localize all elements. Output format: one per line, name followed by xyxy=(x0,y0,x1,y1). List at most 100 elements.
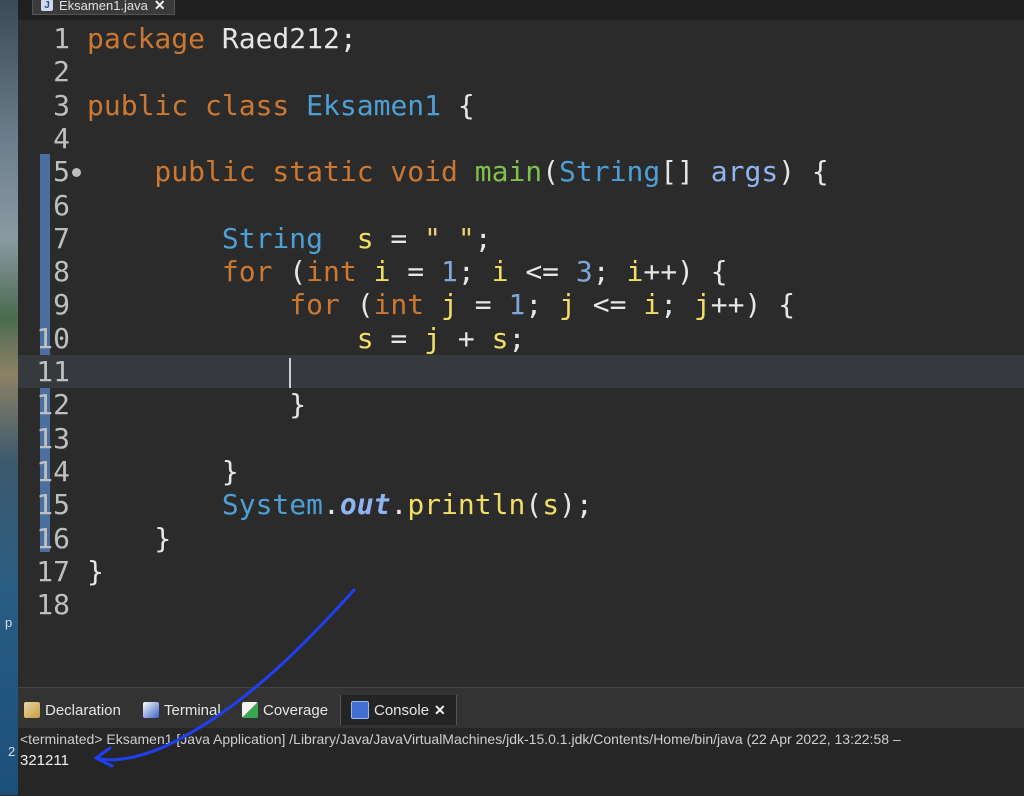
code-token: main xyxy=(474,155,543,189)
line-number: 1 xyxy=(53,22,70,55)
code-text xyxy=(87,355,292,388)
code-line-14[interactable]: 14 } xyxy=(18,455,1024,488)
code-token: ++) { xyxy=(643,255,728,289)
code-line-5[interactable]: 5 public static void main(String[] args)… xyxy=(18,155,1024,188)
code-token: for xyxy=(87,255,290,289)
code-token: args xyxy=(710,155,779,189)
line-number: 14 xyxy=(36,454,70,488)
editor-tab-eksamen1[interactable]: J Eksamen1.java ✕ xyxy=(32,0,175,15)
code-text: for (int j = 1; j <= i; j++) { xyxy=(87,288,795,321)
code-line-12[interactable]: 12 } xyxy=(18,388,1024,421)
close-icon[interactable]: ✕ xyxy=(434,702,446,719)
code-token: out xyxy=(339,488,391,522)
code-token: i xyxy=(373,255,391,289)
code-line-4[interactable]: 4 xyxy=(18,122,1024,155)
code-line-15[interactable]: 15 System.out.println(s); xyxy=(18,488,1024,521)
code-token: <= xyxy=(575,288,644,322)
code-line-9[interactable]: 9 for (int j = 1; j <= i; j++) { xyxy=(18,288,1024,321)
declaration-icon xyxy=(24,702,40,718)
code-line-11[interactable]: 11 xyxy=(18,355,1024,388)
desktop-text-p: p xyxy=(5,615,13,630)
line-number: 8 xyxy=(53,255,70,289)
code-token: for xyxy=(87,288,357,322)
code-token: j xyxy=(693,288,711,322)
line-number: 9 xyxy=(53,288,70,322)
close-icon[interactable]: ✕ xyxy=(154,0,166,14)
tab-terminal[interactable]: Terminal xyxy=(143,695,221,725)
tab-console[interactable]: Console ✕ xyxy=(340,695,457,725)
tab-console-label: Console xyxy=(374,701,430,719)
code-token: s xyxy=(356,321,374,355)
code-text: public static void main(String[] args) { xyxy=(87,155,829,189)
code-text: String s = " "; xyxy=(87,222,492,255)
console-output: 321211 xyxy=(20,752,69,769)
code-token: ( xyxy=(289,255,307,289)
editor-tab-title: Eksamen1.java xyxy=(59,0,148,13)
code-line-17[interactable]: 17} xyxy=(18,555,1024,588)
line-number: 11 xyxy=(36,355,70,388)
code-token: ( xyxy=(356,288,374,322)
code-token: ( xyxy=(525,488,543,522)
line-number: 2 xyxy=(53,55,70,89)
code-line-3[interactable]: 3 public class Eksamen1 { xyxy=(18,89,1024,122)
code-token: " " xyxy=(424,221,475,255)
code-token: 3 xyxy=(575,255,593,289)
code-token: . xyxy=(390,488,408,522)
code-line-6[interactable]: 6 xyxy=(18,189,1024,222)
code-token: ; xyxy=(508,321,526,355)
line-number: 3 xyxy=(53,88,70,122)
code-text: } xyxy=(87,455,239,488)
code-token: ) { xyxy=(778,155,829,189)
code-line-13[interactable]: 13 xyxy=(18,422,1024,455)
code-token: 1 xyxy=(441,255,458,289)
code-text: for (int i = 1; i <= 3; i++) { xyxy=(87,255,728,288)
code-line-7[interactable]: 7 String s = " "; xyxy=(18,222,1024,255)
code-token: ; xyxy=(474,221,492,255)
code-text: } xyxy=(87,388,306,421)
code-token: public class xyxy=(87,88,307,122)
code-line-1[interactable]: 1 package Raed212; xyxy=(18,22,1024,55)
code-token: String xyxy=(559,155,661,189)
code-token: + xyxy=(441,321,492,355)
line-number: 13 xyxy=(36,421,70,455)
tab-declaration[interactable]: Declaration xyxy=(24,695,121,725)
java-file-icon: J xyxy=(41,0,53,11)
bottom-panel: Declaration Terminal Coverage Console ✕ … xyxy=(18,687,1024,796)
coverage-icon xyxy=(242,702,258,718)
tab-coverage-label: Coverage xyxy=(263,701,329,719)
code-editor[interactable]: 1 package Raed212; 2 3 public class Eksamen1… xyxy=(18,20,1024,687)
line-number: 16 xyxy=(36,521,70,555)
desktop-text-2: 2 xyxy=(8,744,16,759)
line-number: 7 xyxy=(53,221,70,255)
panel-tab-bar: Declaration Terminal Coverage Console ✕ xyxy=(18,688,1024,728)
code-line-10[interactable]: 10 s = j + s; xyxy=(18,322,1024,355)
code-token: 1 xyxy=(508,288,526,322)
code-token: ( xyxy=(542,155,560,189)
code-text: package Raed212; xyxy=(87,22,357,55)
code-line-8[interactable]: 8 for (int i = 1; i <= 3; i++) { xyxy=(18,255,1024,288)
code-token: ; xyxy=(660,288,694,322)
code-line-16[interactable]: 16 } xyxy=(18,522,1024,555)
text-caret xyxy=(289,358,292,388)
code-token: s xyxy=(491,321,509,355)
tab-coverage[interactable]: Coverage xyxy=(242,695,328,725)
code-token: Raed212; xyxy=(221,22,357,55)
code-token: } xyxy=(87,521,172,555)
code-text: } xyxy=(87,555,104,588)
code-line-18[interactable]: 18 xyxy=(18,588,1024,621)
code-token: ); xyxy=(559,488,593,522)
code-token: s xyxy=(356,221,374,255)
code-token: String xyxy=(87,221,357,255)
code-token: [] xyxy=(660,155,711,189)
fold-marker-icon[interactable] xyxy=(72,168,81,178)
code-token: ++) { xyxy=(710,288,796,322)
line-number: 17 xyxy=(36,554,70,588)
code-line-2[interactable]: 2 xyxy=(18,55,1024,88)
tab-declaration-label: Declaration xyxy=(45,701,121,719)
code-token: j xyxy=(441,288,458,322)
code-token: ; xyxy=(592,255,627,289)
code-token: { xyxy=(441,88,475,122)
terminal-icon xyxy=(143,702,159,718)
code-token: } xyxy=(87,454,239,488)
code-token: j xyxy=(424,321,442,355)
